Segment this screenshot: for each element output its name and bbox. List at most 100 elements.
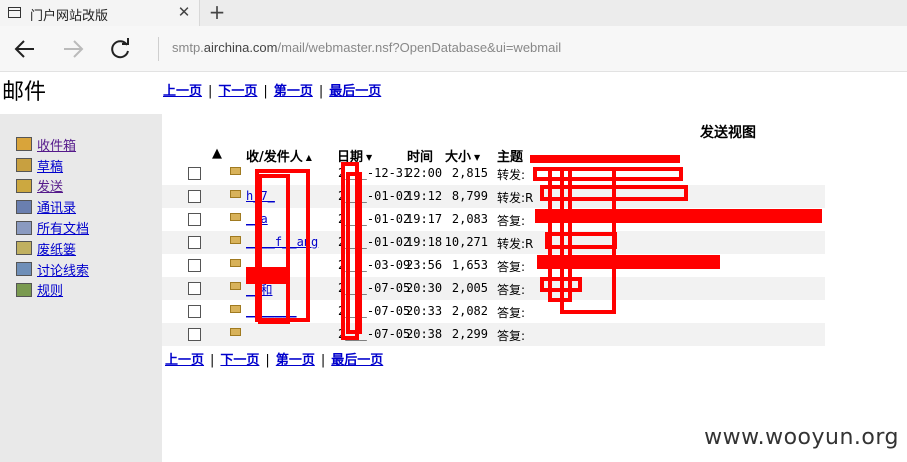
- first-page-link[interactable]: 第一页: [274, 84, 313, 99]
- pager-sep: |: [318, 84, 324, 99]
- envelope-icon: [230, 282, 241, 290]
- row-size: 2,082: [451, 304, 488, 318]
- sidebar-item[interactable]: 讨论线索: [16, 259, 89, 280]
- row-size: 10,271: [444, 235, 488, 249]
- row-time: 20:30: [406, 281, 443, 295]
- sidebar-item[interactable]: 收件箱: [16, 134, 89, 155]
- pager-bottom: 上一页 | 下一页 | 第一页 | 最后一页: [165, 349, 383, 368]
- sidebar-item[interactable]: 通讯录: [16, 196, 89, 217]
- row-checkbox[interactable]: [188, 305, 201, 318]
- sidebar-item-label[interactable]: 规则: [37, 280, 63, 299]
- envelope-icon: [230, 213, 241, 221]
- envelope-icon: [230, 236, 241, 244]
- page-icon: [8, 7, 21, 18]
- row-subject[interactable]: 答复:: [497, 281, 525, 298]
- envelope-icon: [230, 167, 241, 175]
- sidebar-item-label[interactable]: 讨论线索: [37, 260, 89, 279]
- last-page-link[interactable]: 最后一页: [331, 353, 383, 368]
- sidebar: 收件箱草稿 发送通讯录所有文档废纸篓讨论线索 规则: [0, 114, 162, 462]
- webmail-page: 邮件 上一页 | 下一页 | 第一页 | 最后一页 收件箱草稿 发送通讯录所有文档废纸篓讨论线…: [0, 72, 907, 462]
- pager-sep: |: [263, 84, 268, 99]
- sidebar-item-label[interactable]: 草稿: [37, 156, 63, 175]
- row-subject[interactable]: 转发:R: [497, 189, 533, 206]
- mail-header: 邮件: [0, 72, 162, 114]
- row-checkbox[interactable]: [188, 236, 201, 249]
- pager-sep: |: [320, 353, 326, 368]
- row-checkbox[interactable]: [188, 328, 201, 341]
- pager-sep: |: [210, 353, 215, 368]
- row-subject[interactable]: 转发:R: [497, 235, 533, 252]
- row-time: 23:56: [406, 258, 443, 272]
- sent-icon: [16, 178, 32, 193]
- row-time: 20:38: [406, 327, 443, 341]
- address-separator: [158, 37, 159, 61]
- url-path: /mail/webmaster.nsf?OpenDatabase&ui=webm…: [277, 40, 562, 55]
- sidebar-item[interactable]: 废纸篓: [16, 238, 89, 259]
- arrow-left-icon[interactable]: [12, 36, 38, 62]
- next-page-link[interactable]: 下一页: [220, 353, 259, 368]
- row-subject[interactable]: 答复:: [497, 327, 525, 344]
- sidebar-item-label[interactable]: 所有文档: [37, 218, 89, 237]
- row-size: 8,799: [451, 189, 488, 203]
- tab-title: 门户网站改版: [30, 9, 109, 24]
- row-size: 2,299: [451, 327, 488, 341]
- row-checkbox[interactable]: [188, 190, 201, 203]
- draft-icon: [16, 158, 32, 173]
- redaction-mark: [346, 172, 362, 334]
- sidebar-item-label[interactable]: 发送: [37, 176, 63, 195]
- first-page-link[interactable]: 第一页: [276, 353, 315, 368]
- all-docs-icon: [16, 220, 32, 235]
- sidebar-item-label[interactable]: 收件箱: [37, 135, 76, 154]
- address-book-icon: [16, 199, 32, 214]
- row-size: 2,083: [451, 212, 488, 226]
- arrow-right-icon[interactable]: [60, 36, 86, 62]
- rules-icon: [16, 282, 32, 297]
- row-checkbox[interactable]: [188, 213, 201, 226]
- close-tab-icon[interactable]: ✕: [175, 3, 193, 21]
- inbox-icon: [16, 137, 32, 152]
- row-subject[interactable]: 答复:: [497, 304, 525, 321]
- refresh-icon[interactable]: [107, 36, 133, 62]
- row-time: 20:33: [406, 304, 443, 318]
- redaction-mark: [530, 155, 680, 163]
- row-time: 19:12: [406, 189, 443, 203]
- redaction-mark: [560, 167, 616, 314]
- envelope-icon: [230, 305, 241, 313]
- row-checkbox[interactable]: [188, 282, 201, 295]
- last-page-link[interactable]: 最后一页: [329, 84, 381, 99]
- sidebar-item[interactable]: 规则: [16, 280, 89, 301]
- thread-icon: [16, 262, 32, 277]
- sidebar-item-label[interactable]: 通讯录: [37, 197, 76, 216]
- row-size: 1,653: [451, 258, 488, 272]
- sidebar-list: 收件箱草稿 发送通讯录所有文档废纸篓讨论线索 规则: [16, 134, 89, 300]
- new-tab-icon[interactable]: +: [207, 0, 227, 24]
- url-prefix: smtp.: [172, 40, 204, 55]
- page-title: 邮件: [2, 80, 47, 105]
- envelope-icon: [230, 190, 241, 198]
- prev-page-link[interactable]: 上一页: [163, 84, 202, 99]
- sidebar-item[interactable]: 草稿: [16, 155, 89, 176]
- row-subject[interactable]: 答复:: [497, 258, 525, 275]
- row-checkbox[interactable]: [188, 259, 201, 272]
- prev-page-link[interactable]: 上一页: [165, 353, 204, 368]
- sort-desc-icon: ▼: [366, 153, 373, 162]
- watermark: www.wooyun.org: [704, 425, 899, 450]
- sidebar-item-label[interactable]: 废纸篓: [37, 239, 76, 258]
- row-subject[interactable]: 转发:: [497, 166, 525, 183]
- row-checkbox[interactable]: [188, 167, 201, 180]
- row-subject[interactable]: 答复:: [497, 212, 525, 229]
- pager-sep: |: [208, 84, 213, 99]
- sidebar-item[interactable]: 发送: [16, 176, 89, 197]
- sort-marker[interactable]: ▲: [212, 146, 222, 161]
- sidebar-item[interactable]: 所有文档: [16, 217, 89, 238]
- table-row[interactable]: 2___-07-05 20:38 2,299 答复:: [162, 323, 825, 346]
- navigation-bar: smtp.airchina.com/mail/webmaster.nsf?Ope…: [0, 26, 907, 72]
- next-page-link[interactable]: 下一页: [218, 84, 257, 99]
- tab-bar: 门户网站改版 ✕ +: [0, 0, 907, 26]
- row-size: 2,815: [451, 166, 488, 180]
- address-bar[interactable]: smtp.airchina.com/mail/webmaster.nsf?Ope…: [172, 40, 561, 55]
- row-size: 2,005: [451, 281, 488, 295]
- sort-asc-icon: ▲: [305, 153, 312, 162]
- row-time: 22:00: [406, 166, 443, 180]
- browser-tab[interactable]: 门户网站改版 ✕: [0, 0, 200, 26]
